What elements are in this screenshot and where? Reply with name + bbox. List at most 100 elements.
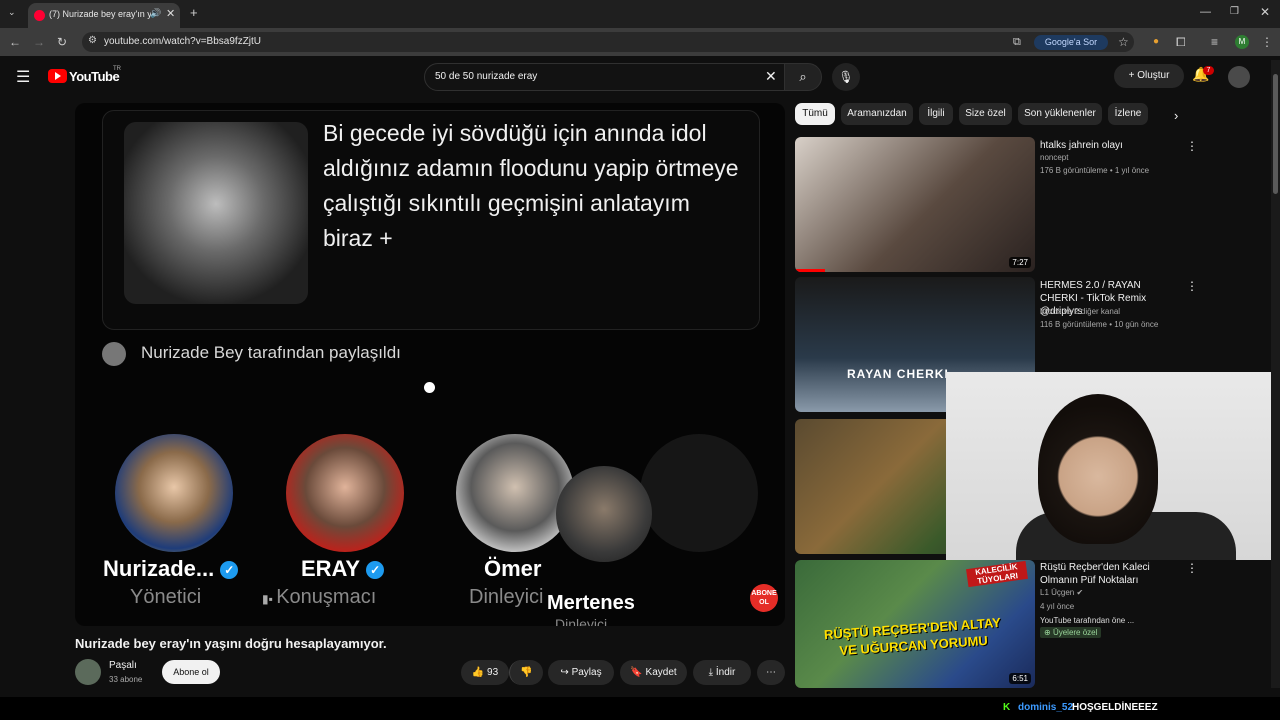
speaker-avatar-5	[640, 434, 758, 552]
clear-search-icon[interactable]: ✕	[765, 68, 777, 85]
region-code: TR	[113, 66, 121, 72]
rec-thumb-text-2: RAYAN CHERKI	[847, 367, 949, 381]
shared-by-avatar	[102, 342, 126, 366]
save-button[interactable]: 🔖 Kaydet	[620, 660, 687, 685]
rec-channel-4[interactable]: L1 Üçgen ✔	[1040, 588, 1083, 597]
dislike-button[interactable]: 👎	[509, 660, 543, 685]
rec-title-1[interactable]: htalks jahrein olayı	[1040, 139, 1175, 152]
speaker-name-4: Mertenes	[547, 592, 635, 614]
like-count: 93	[487, 667, 499, 678]
browser-menu-icon[interactable]: ⋮	[1261, 35, 1273, 49]
extension-icon[interactable]: ●	[1153, 36, 1159, 47]
rec-thumb-tag-4: KALECİLİK TÜYOLARI	[966, 560, 1028, 588]
forward-icon[interactable]: →	[33, 35, 45, 49]
verified-check-icon: ✔	[1076, 588, 1084, 597]
channel-avatar[interactable]	[75, 659, 101, 685]
verified-icon: ✓	[366, 561, 385, 579]
speaker-role-2: ▮▪ Konuşmacı	[262, 586, 377, 608]
rec-duration-1: 7:27	[1009, 257, 1031, 268]
new-tab-icon[interactable]: +	[190, 5, 198, 20]
rec-thumb-text-4: RÜŞTÜ REÇBER'DEN ALTAY VE UĞURCAN YORUMU	[823, 614, 1002, 659]
voice-search-icon[interactable]: 🎙	[832, 63, 860, 91]
chip-from-search[interactable]: Aramanızdan	[841, 103, 913, 125]
rec-channel-2[interactable]: lrdzdx ve 2 diğer kanal	[1040, 307, 1120, 316]
notification-count-badge: 7	[1203, 66, 1214, 75]
reload-icon[interactable]: ↻	[57, 35, 67, 49]
url-text: youtube.com/watch?v=Bbsa9fzZjtU	[104, 36, 262, 47]
rec-title-4[interactable]: Rüştü Reçber'den Kaleci Olmanın Püf Nokt…	[1040, 561, 1175, 587]
members-only-badge: ⊕ Üyelere özel	[1040, 627, 1102, 638]
youtube-logo-icon[interactable]	[48, 69, 67, 83]
streamer-head	[1038, 394, 1158, 544]
thumbs-down-icon: 👎	[520, 667, 533, 678]
rec-thumbnail-1[interactable]: 7:27	[795, 137, 1035, 272]
chip-for-you[interactable]: Size özel	[959, 103, 1012, 125]
minimize-icon[interactable]: —	[1200, 6, 1211, 18]
subscribe-overlay-badge[interactable]: ABONE OL	[750, 584, 778, 612]
browser-tab[interactable]: (7) Nurizade bey eray'ın yaşı 🔊 ✕	[28, 3, 180, 28]
tab-search-icon[interactable]: ⌄	[8, 7, 16, 18]
tab-strip: ⌄ (7) Nurizade bey eray'ın yaşı 🔊 ✕ + — …	[0, 0, 1280, 28]
download-icon: ⤓	[708, 667, 716, 678]
back-icon[interactable]: ←	[9, 35, 21, 49]
user-avatar[interactable]	[1228, 66, 1250, 88]
subscribe-button[interactable]: Abone ol	[162, 660, 220, 684]
extensions-puzzle-icon[interactable]: ⧠	[1176, 35, 1186, 50]
video-title: Nurizade bey eray'ın yaşını doğru hesapl…	[75, 636, 387, 651]
close-tab-icon[interactable]: ✕	[166, 7, 175, 20]
reading-list-icon[interactable]: ≡	[1211, 35, 1218, 49]
speaker-role-3: Dinleyici	[469, 586, 544, 608]
chips-next-chevron-icon[interactable]: ›	[1174, 108, 1178, 123]
watch-progress-bar	[795, 269, 825, 272]
site-info-icon[interactable]: ⚙	[88, 35, 97, 46]
close-window-icon[interactable]: ✕	[1260, 5, 1270, 19]
share-button[interactable]: ↪ Paylaş	[548, 660, 614, 685]
search-button[interactable]: ⌕	[784, 63, 822, 91]
like-button[interactable]: 👍 93	[461, 660, 509, 685]
bookmark-star-icon[interactable]: ☆	[1118, 35, 1129, 49]
search-input[interactable]: 50 de 50 nurizade eray ✕	[424, 63, 786, 91]
chat-message: HOŞGELDİNEEEZ	[1072, 702, 1158, 713]
scrollbar-thumb[interactable]	[1273, 74, 1278, 194]
rec-meta-1: 176 B görüntüleme • 1 yıl önce	[1040, 166, 1150, 175]
channel-name[interactable]: Paşalı	[109, 660, 137, 671]
maximize-icon[interactable]: ❐	[1230, 6, 1239, 17]
cursor-dot	[424, 382, 435, 393]
tweet-text: Bi gecede iyi sövdüğü için anında idol a…	[323, 120, 739, 251]
verified-icon: ✓	[220, 561, 239, 579]
more-horizontal-icon: ⋯	[766, 667, 776, 678]
speaker-avatar-2	[286, 434, 404, 552]
speaker-avatar-1	[115, 434, 233, 552]
subscriber-count: 33 abone	[109, 675, 143, 684]
shared-by-text: Nurizade Bey tarafından paylaşıldı	[141, 343, 401, 362]
speaker-avatar-3	[456, 434, 574, 552]
chip-related[interactable]: İlgili	[919, 103, 953, 125]
download-button[interactable]: ⤓ İndir	[693, 660, 751, 685]
search-query: 50 de 50 nurizade eray	[435, 71, 538, 82]
tweet-author-photo	[124, 122, 308, 304]
rec-extra-4: YouTube tarafından öne ...	[1040, 616, 1135, 625]
youtube-logo-text[interactable]: YouTube	[69, 69, 120, 84]
chip-recent[interactable]: Son yüklenenler	[1018, 103, 1102, 125]
chat-username: dominis_52	[1018, 702, 1074, 713]
rec-thumbnail-4[interactable]: KALECİLİK TÜYOLARI RÜŞTÜ REÇBER'DEN ALTA…	[795, 560, 1035, 688]
streamer-webcam	[946, 372, 1280, 560]
chip-all[interactable]: Tümü	[795, 103, 835, 125]
speaker-icon[interactable]: 🔊	[150, 8, 161, 19]
audio-bars-icon: ▮▪	[262, 592, 277, 606]
rec-channel-1[interactable]: noncept	[1040, 153, 1068, 162]
rec-duration-4: 6:51	[1009, 673, 1031, 684]
chip-watched[interactable]: İzlene	[1108, 103, 1148, 125]
cast-icon[interactable]: ⧉	[1013, 36, 1021, 49]
profile-avatar[interactable]: M	[1235, 35, 1249, 49]
kick-logo-icon: K	[1003, 702, 1011, 713]
more-actions-button[interactable]: ⋯	[757, 660, 785, 685]
speaker-role-4: Dinleyici	[555, 616, 608, 626]
hamburger-menu-icon[interactable]: ☰	[16, 67, 30, 87]
google-sor-button[interactable]: Google'a Sor	[1034, 35, 1108, 50]
rec-menu-icon-4[interactable]: ⋮	[1186, 561, 1198, 575]
rec-menu-icon-1[interactable]: ⋮	[1186, 139, 1198, 153]
address-bar[interactable]: ⚙ youtube.com/watch?v=Bbsa9fzZjtU	[82, 32, 1134, 52]
rec-menu-icon-2[interactable]: ⋮	[1186, 279, 1198, 293]
create-button[interactable]: + Oluştur	[1114, 64, 1184, 88]
